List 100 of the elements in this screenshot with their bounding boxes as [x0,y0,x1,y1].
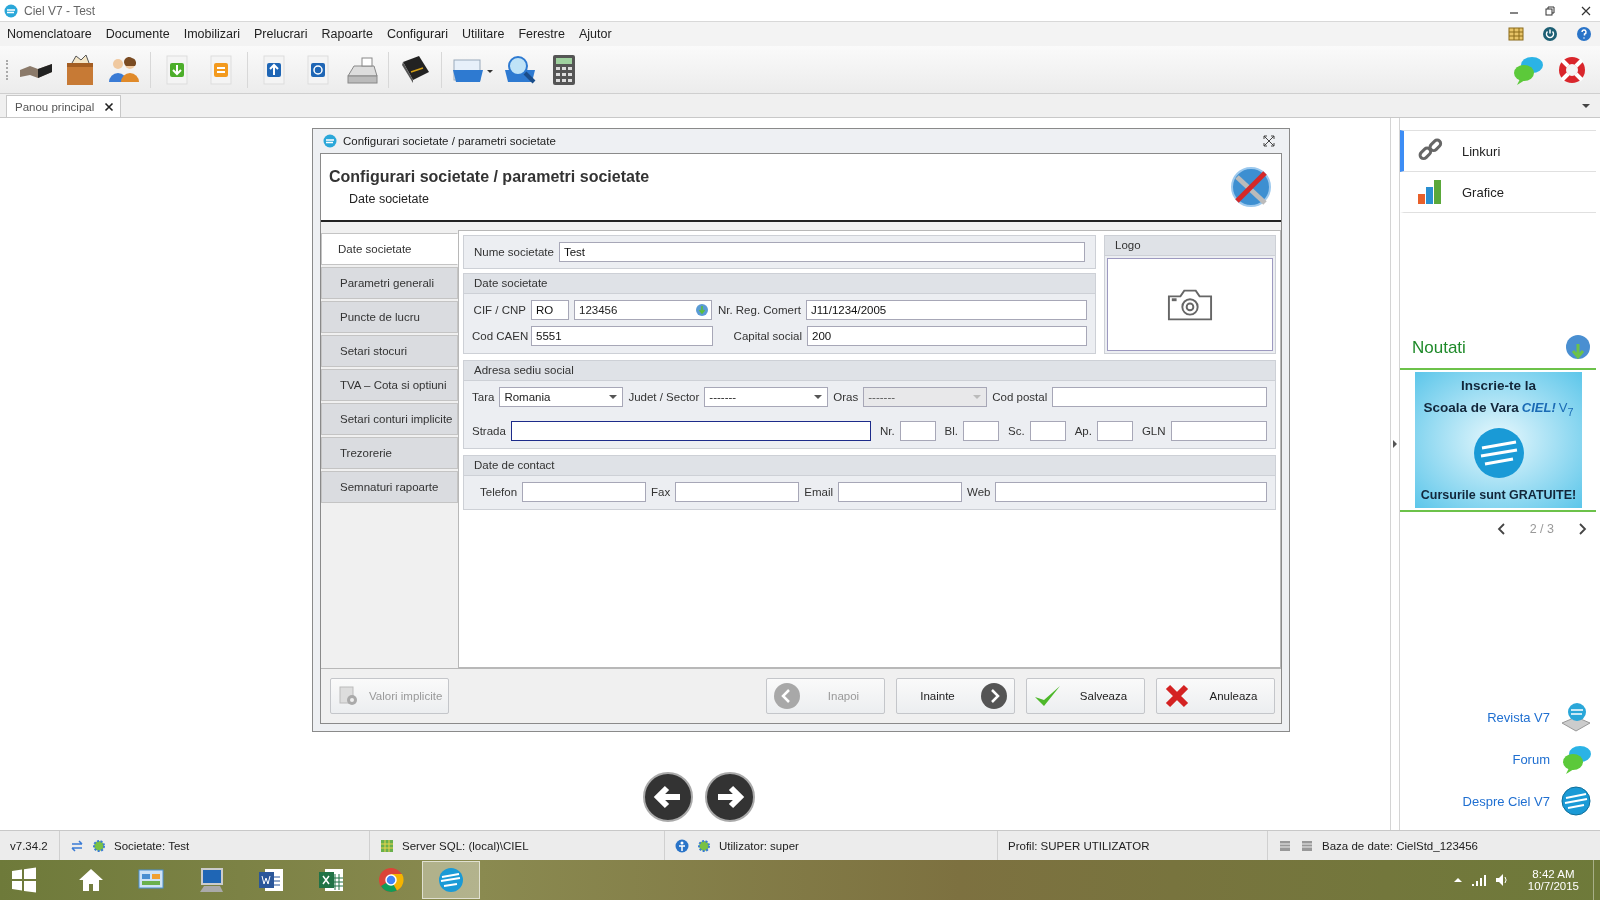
address-detail-field[interactable] [899,421,936,441]
contact-field[interactable] [995,482,1267,502]
browser-icon [377,866,405,894]
settings-nav-item[interactable]: Trezorerie [321,437,458,469]
computer-icon [197,866,225,894]
field-label: Oras [833,391,859,403]
globe-icon[interactable] [695,303,709,317]
document-tab[interactable]: Panou principal [6,95,122,117]
menu-item[interactable]: Documente [100,25,175,43]
settings-nav-item[interactable]: Setari stocuri [321,335,458,367]
field-label: Sc. [1008,425,1025,437]
forward-arrow-button[interactable] [705,772,755,822]
field-label: Email [804,486,834,498]
logo-image-area[interactable] [1107,258,1273,351]
menu-item[interactable]: Rapoarte [316,25,378,43]
newspaper-icon [1560,701,1592,733]
field-label: Fax [651,486,671,498]
globe-logo-icon [1560,785,1592,817]
settings-nav-item[interactable]: TVA – Cota si optiuni [321,369,458,401]
menu-item[interactable]: Nomenclatoare [2,25,97,43]
address-detail-field[interactable] [1096,421,1133,441]
field-label: Strada [472,425,506,437]
banner-text: Inscrie-te la [1460,377,1536,393]
street-field[interactable] [510,421,871,441]
menu-item[interactable]: Ferestre [513,25,570,43]
grid-icon[interactable] [1508,26,1524,42]
dialog-heading: Configurari societate / parametri societate [329,168,651,186]
menu-item[interactable]: Imobilizari [178,25,245,43]
field-label: CIF / CNP [472,304,526,316]
chevron-left-icon[interactable] [1495,522,1508,535]
registration-number-field[interactable]: J11/1234/2005 [806,300,1087,320]
side-link[interactable]: Despre Ciel V7 [1462,793,1550,809]
side-link[interactable]: Forum [1512,751,1550,767]
status-text: v7.34.2 [10,839,48,852]
settings-nav-item[interactable]: Parametri generali [321,267,458,299]
contact-field[interactable] [838,482,963,502]
globe-tools-icon [1229,165,1273,209]
next-button[interactable]: Inainte [896,678,1015,714]
grid-icon [380,838,394,853]
field-label: Cod CAEN [472,330,526,342]
banner-text: Cursurile sunt GRATUITE! [1420,487,1577,502]
address-detail-field[interactable] [1029,421,1066,441]
menu-item[interactable]: Ajutor [573,25,617,43]
chat-bubbles-icon [1560,743,1592,775]
side-link[interactable]: Revista V7 [1487,709,1550,725]
house-icon [77,866,105,894]
promo-banner[interactable]: Inscrie-te la Scoala de Vara CIEL! V$_{7}$ Cursurile sunt GRATUITE! [1415,371,1582,508]
start-button[interactable] [10,866,38,894]
banner-text: Scoala de Vara [1423,400,1519,416]
restore-icon[interactable] [1544,4,1556,17]
menu-item[interactable]: Configurari [381,25,454,43]
country-dropdown[interactable]: Romania [499,387,624,407]
field-label: Telefon [480,486,518,498]
field-label: Nr. [879,425,895,437]
postal-code-field[interactable] [1052,387,1267,407]
camera-icon [1167,287,1213,322]
group-header: Date de contact [464,456,1275,476]
settings-nav-item[interactable]: Puncte de lucru [321,301,458,333]
field-label: Bl. [944,425,958,437]
field-label: Web [967,486,991,498]
expand-arrow-icon[interactable] [1391,440,1399,448]
save-button[interactable]: Salveaza [1026,678,1145,714]
settings-nav-item[interactable]: Setari conturi implicite [321,403,458,435]
help-icon[interactable] [1576,26,1592,42]
settings-nav-item[interactable]: Semnaturi rapoarte [321,471,458,503]
status-text: Societate: Test [114,839,190,852]
banner-version-text: V$_{7}$ [1558,400,1574,418]
menu-item[interactable]: Utilitare [457,25,510,43]
bar-chart-icon [1416,178,1444,206]
country-prefix-field[interactable]: RO [531,300,569,320]
contact-field[interactable] [675,482,800,502]
share-capital-field[interactable]: 200 [807,326,1087,346]
contact-field[interactable] [522,482,647,502]
county-dropdown[interactable]: ------- [704,387,829,407]
gln-field[interactable] [1170,421,1267,441]
power-icon[interactable] [1542,26,1558,42]
taskbar-app-button[interactable] [422,861,480,899]
address-detail-field[interactable] [963,421,999,441]
side-panel-item[interactable]: Linkuri [1400,130,1596,172]
field-label: Nume societate [474,246,554,258]
caret-icon[interactable] [814,393,823,401]
globe-logo-icon [437,866,465,894]
side-panel-item[interactable]: Grafice [1400,172,1596,213]
group-header: Adresa sediu social [464,361,1275,381]
activity-code-field[interactable]: 5551 [531,326,713,346]
menu-item[interactable]: Prelucrari [248,25,313,43]
globe-logo-icon [1471,425,1526,480]
back-arrow-button[interactable] [643,772,693,822]
cancel-button[interactable]: Anuleaza [1156,678,1275,714]
field-label: Capital social [732,330,802,342]
dropdown-arrow-icon[interactable] [1582,101,1590,110]
window-title: Ciel V7 - Test [24,3,96,18]
chevron-right-icon [980,682,1008,710]
globe-download-icon[interactable] [1564,333,1592,362]
tax-id-field[interactable]: 123456 [574,300,712,320]
company-name-field[interactable]: Test [558,242,1085,262]
caret-icon[interactable] [609,393,618,401]
app-logo-icon [4,3,18,18]
settings-nav-item[interactable]: Date societate [321,233,458,265]
chevron-right-icon[interactable] [1576,522,1588,535]
